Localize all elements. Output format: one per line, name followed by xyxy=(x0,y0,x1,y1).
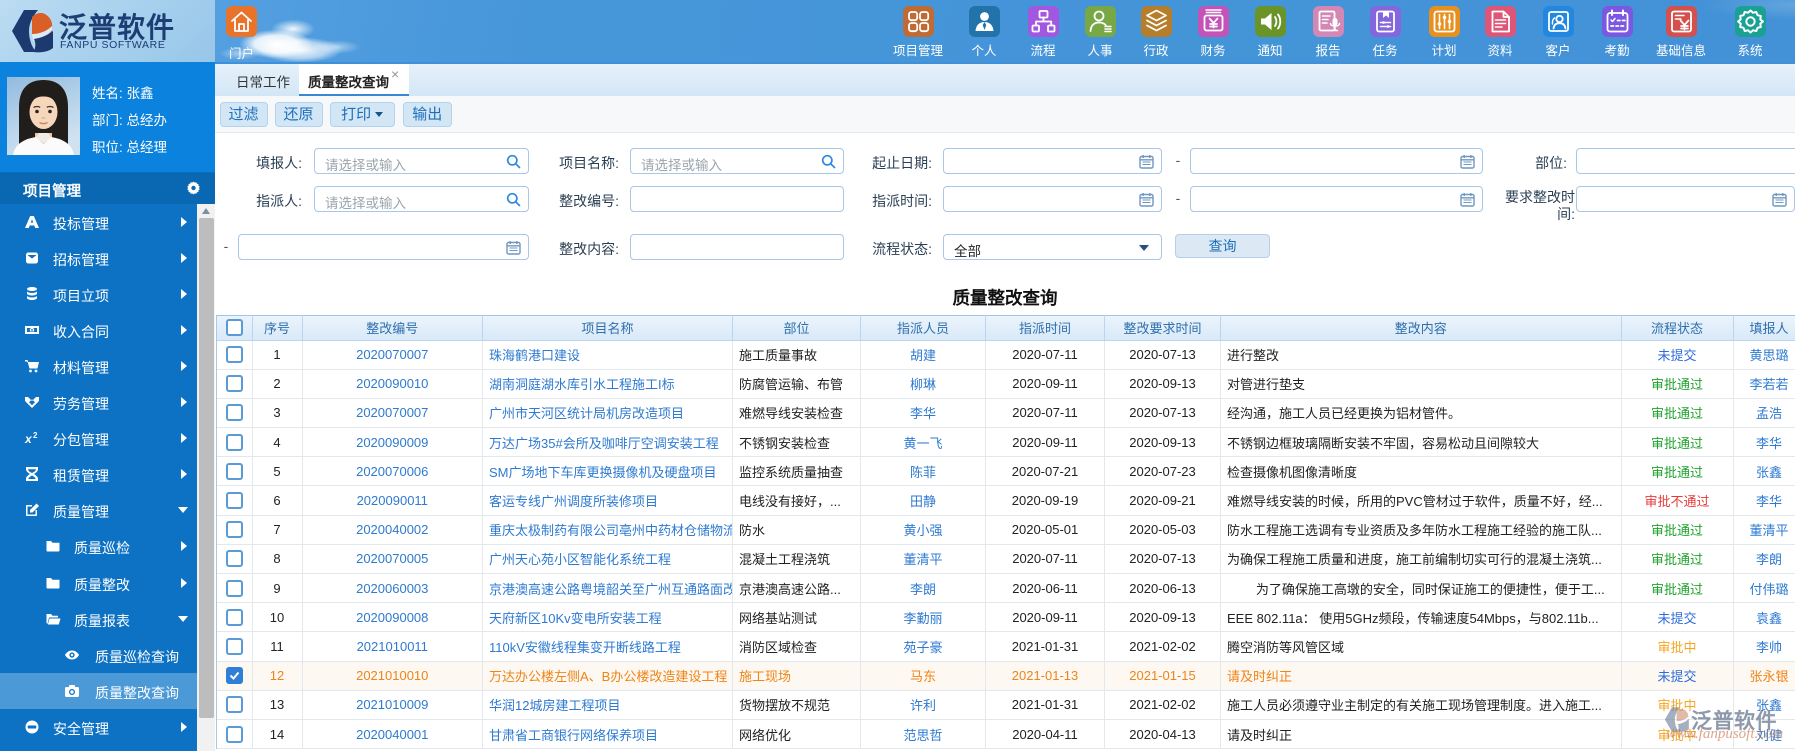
svg-text:2: 2 xyxy=(33,431,38,440)
svg-text:x: x xyxy=(24,432,33,446)
